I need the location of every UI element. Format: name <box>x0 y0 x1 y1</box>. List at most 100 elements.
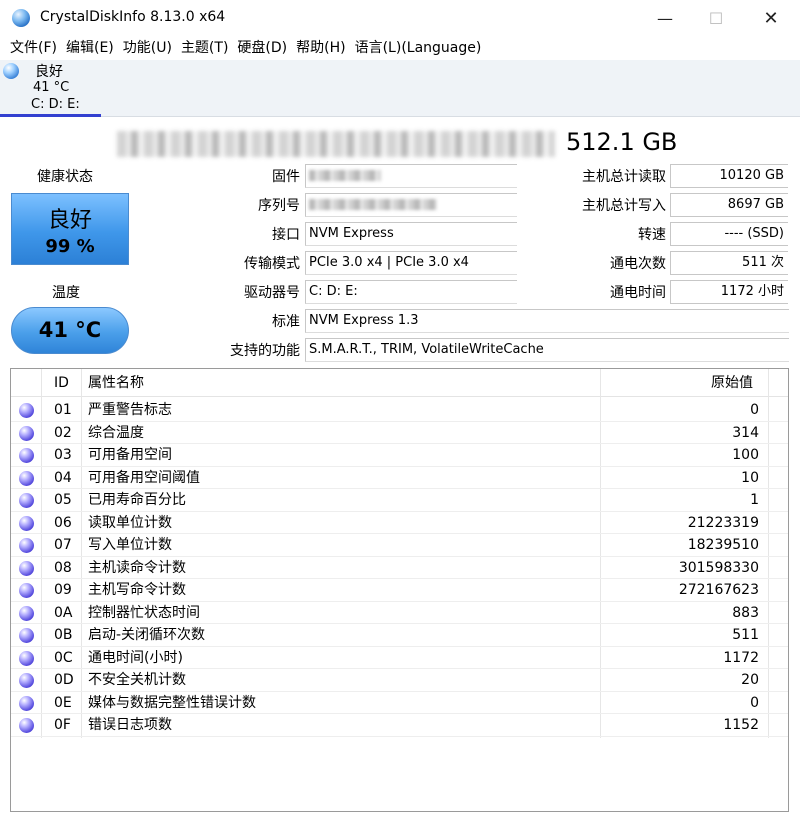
status-dot-icon <box>19 650 34 666</box>
attribute-name: 通电时间(小时) <box>88 649 183 666</box>
attribute-name: 读取单位计数 <box>88 514 172 531</box>
header-id[interactable]: ID <box>54 369 69 397</box>
attribute-id: 0B <box>54 627 73 643</box>
attribute-raw-value: 10 <box>741 469 759 486</box>
serial-label: 序列号 <box>258 198 300 214</box>
drive-tab-status: 良好 <box>35 64 63 80</box>
drive-letter-label: 驱动器号 <box>244 285 300 301</box>
menu-file[interactable]: 文件(F) <box>10 36 57 60</box>
smart-table[interactable]: ID 属性名称 原始值 01 严重警告标志 0 02 综合温度 314 03 可用备用空间 10… <box>10 368 789 812</box>
attribute-id: 02 <box>54 424 72 441</box>
attribute-name: 已用寿命百分比 <box>88 492 186 508</box>
interface-value: NVM Express <box>305 222 517 246</box>
table-row[interactable]: 04 可用备用空间阈值 10 <box>11 467 788 489</box>
drive-tab[interactable]: 良好 41 °C C: D: E: <box>0 60 101 117</box>
standard-label: 标准 <box>272 314 300 330</box>
model-name-redacted <box>117 131 555 157</box>
close-button[interactable]: ✕ <box>748 0 794 36</box>
header-attribute-name[interactable]: 属性名称 <box>88 369 144 397</box>
status-dot-icon <box>19 425 34 441</box>
table-row[interactable]: 0C 通电时间(小时) 1172 <box>11 647 788 669</box>
menu-disk[interactable]: 硬盘(D) <box>237 36 287 60</box>
table-row[interactable]: 05 已用寿命百分比 1 <box>11 489 788 512</box>
health-label: 健康状态 <box>37 169 93 185</box>
menu-bar: 文件(F) 编辑(E) 功能(U) 主题(T) 硬盘(D) 帮助(H) 语言(L… <box>0 36 800 60</box>
minimize-button[interactable]: — <box>642 0 688 36</box>
window-title: CrystalDiskInfo 8.13.0 x64 <box>40 9 226 25</box>
drive-letter-value: C: D: E: <box>305 280 517 304</box>
attribute-raw-value: 301598330 <box>678 559 759 576</box>
menu-edit[interactable]: 编辑(E) <box>66 36 114 60</box>
table-row[interactable]: 02 综合温度 314 <box>11 422 788 444</box>
temperature-button[interactable]: 41 °C <box>11 307 129 354</box>
attribute-name: 主机读命令计数 <box>88 559 186 576</box>
attribute-name: 不安全关机计数 <box>88 672 186 688</box>
attribute-name: 媒体与数据完整性错误计数 <box>88 694 256 711</box>
attribute-id: 0A <box>54 604 73 621</box>
attribute-name: 错误日志项数 <box>88 717 172 733</box>
table-row[interactable]: 09 主机写命令计数 272167623 <box>11 579 788 602</box>
attribute-name: 严重警告标志 <box>88 402 172 418</box>
status-dot-icon <box>19 470 34 486</box>
table-row[interactable]: 06 读取单位计数 21223319 <box>11 512 788 534</box>
table-row[interactable]: 0F 错误日志项数 1152 <box>11 714 788 737</box>
status-dot-icon <box>19 538 34 553</box>
temperature-label: 温度 <box>52 285 80 301</box>
host-reads-label: 主机总计读取 <box>582 169 666 185</box>
table-row[interactable]: 07 写入单位计数 18239510 <box>11 534 788 557</box>
power-hours-label: 通电时间 <box>610 285 666 301</box>
firmware-value <box>305 164 517 188</box>
attribute-id: 0F <box>54 717 71 733</box>
status-dot-icon <box>19 403 34 418</box>
health-dot-icon <box>3 63 19 79</box>
power-count-value: 511 次 <box>670 251 788 275</box>
menu-language[interactable]: 语言(L)(Language) <box>355 36 482 60</box>
attribute-id: 05 <box>54 492 72 508</box>
host-writes-value: 8697 GB <box>670 193 788 217</box>
status-dot-icon <box>19 628 34 643</box>
menu-help[interactable]: 帮助(H) <box>296 36 345 60</box>
maximize-button[interactable]: ☐ <box>693 0 739 36</box>
attribute-raw-value: 100 <box>732 447 759 463</box>
table-row[interactable]: 0D 不安全关机计数 20 <box>11 669 788 692</box>
rotation-value: ---- (SSD) <box>670 222 788 246</box>
attribute-raw-value: 20 <box>741 672 759 688</box>
table-row[interactable]: 0B 启动-关闭循环次数 511 <box>11 624 788 647</box>
status-dot-icon <box>19 448 34 463</box>
features-value: S.M.A.R.T., TRIM, VolatileWriteCache <box>305 338 789 362</box>
host-writes-label: 主机总计写入 <box>582 198 666 214</box>
disk-capacity: 512.1 GB <box>566 128 678 156</box>
header-raw-value[interactable]: 原始值 <box>711 369 753 397</box>
attribute-name: 控制器忙状态时间 <box>88 604 200 621</box>
attribute-raw-value: 511 <box>732 627 759 643</box>
attribute-id: 08 <box>54 559 72 576</box>
attribute-raw-value: 1 <box>750 492 759 508</box>
title-bar: CrystalDiskInfo 8.13.0 x64 — ☐ ✕ <box>0 0 800 36</box>
attribute-name: 可用备用空间 <box>88 447 172 463</box>
table-row[interactable]: 01 严重警告标志 0 <box>11 399 788 422</box>
attribute-name: 主机写命令计数 <box>88 582 186 598</box>
table-row[interactable]: 0E 媒体与数据完整性错误计数 0 <box>11 692 788 714</box>
table-row[interactable]: 08 主机读命令计数 301598330 <box>11 557 788 579</box>
attribute-raw-value: 18239510 <box>687 537 759 553</box>
attribute-raw-value: 314 <box>732 424 759 441</box>
attribute-raw-value: 1172 <box>723 649 759 666</box>
menu-theme[interactable]: 主题(T) <box>181 36 228 60</box>
status-dot-icon <box>19 493 34 508</box>
attribute-raw-value: 0 <box>750 402 759 418</box>
host-reads-value: 10120 GB <box>670 164 788 188</box>
menu-function[interactable]: 功能(U) <box>123 36 172 60</box>
attribute-name: 写入单位计数 <box>88 537 172 553</box>
attribute-raw-value: 1152 <box>723 717 759 733</box>
serial-value <box>305 193 517 217</box>
table-row[interactable]: 03 可用备用空间 100 <box>11 444 788 467</box>
standard-value: NVM Express 1.3 <box>305 309 789 333</box>
drive-tab-letters: C: D: E: <box>31 97 80 112</box>
status-dot-icon <box>19 515 34 531</box>
status-dot-icon <box>19 673 34 688</box>
health-status-button[interactable]: 良好 99 % <box>11 193 129 265</box>
attribute-id: 04 <box>54 469 72 486</box>
attribute-raw-value: 21223319 <box>687 514 759 531</box>
table-row[interactable]: 0A 控制器忙状态时间 883 <box>11 602 788 624</box>
attribute-id: 06 <box>54 514 72 531</box>
